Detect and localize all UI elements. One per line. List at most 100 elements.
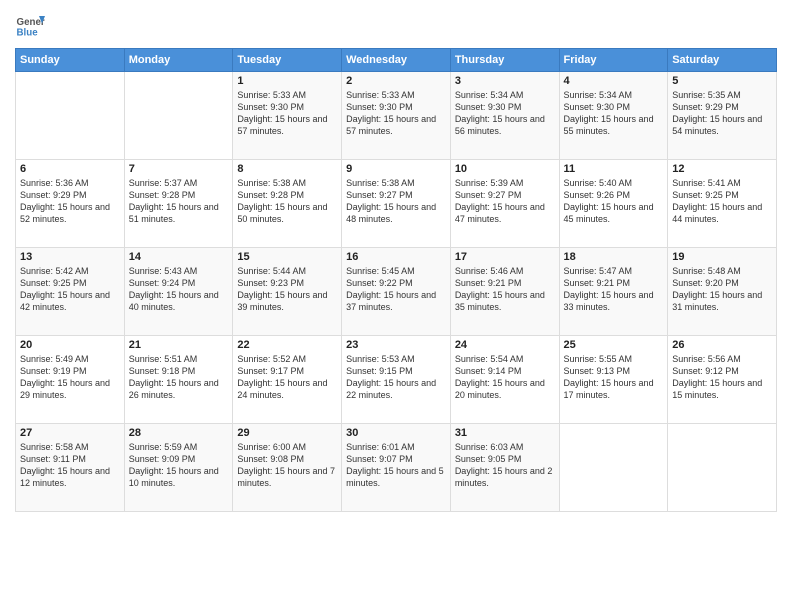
day-cell: 10 Sunrise: 5:39 AMSunset: 9:27 PMDayligh… [450, 160, 559, 248]
day-cell: 18 Sunrise: 5:47 AMSunset: 9:21 PMDayligh… [559, 248, 668, 336]
day-info: Sunrise: 5:33 AMSunset: 9:30 PMDaylight:… [346, 89, 446, 138]
day-cell: 28 Sunrise: 5:59 AMSunset: 9:09 PMDayligh… [124, 424, 233, 512]
day-info: Sunrise: 5:37 AMSunset: 9:28 PMDaylight:… [129, 177, 229, 226]
day-number: 14 [129, 251, 229, 263]
day-cell: 29 Sunrise: 6:00 AMSunset: 9:08 PMDayligh… [233, 424, 342, 512]
week-row-2: 6 Sunrise: 5:36 AMSunset: 9:29 PMDaylight… [16, 160, 777, 248]
day-number: 15 [237, 251, 337, 263]
day-info: Sunrise: 5:55 AMSunset: 9:13 PMDaylight:… [564, 353, 664, 402]
day-info: Sunrise: 5:43 AMSunset: 9:24 PMDaylight:… [129, 265, 229, 314]
day-info: Sunrise: 5:59 AMSunset: 9:09 PMDaylight:… [129, 441, 229, 490]
day-number: 23 [346, 339, 446, 351]
day-number: 17 [455, 251, 555, 263]
calendar-table: SundayMondayTuesdayWednesdayThursdayFrid… [15, 48, 777, 512]
day-cell: 13 Sunrise: 5:42 AMSunset: 9:25 PMDayligh… [16, 248, 125, 336]
day-cell: 4 Sunrise: 5:34 AMSunset: 9:30 PMDaylight… [559, 72, 668, 160]
day-info: Sunrise: 5:33 AMSunset: 9:30 PMDaylight:… [237, 89, 337, 138]
day-info: Sunrise: 5:41 AMSunset: 9:25 PMDaylight:… [672, 177, 772, 226]
day-number: 31 [455, 427, 555, 439]
day-number: 10 [455, 163, 555, 175]
header-cell-sunday: Sunday [16, 49, 125, 72]
day-number: 8 [237, 163, 337, 175]
header-row: SundayMondayTuesdayWednesdayThursdayFrid… [16, 49, 777, 72]
day-cell [16, 72, 125, 160]
week-row-5: 27 Sunrise: 5:58 AMSunset: 9:11 PMDayligh… [16, 424, 777, 512]
day-number: 11 [564, 163, 664, 175]
day-number: 13 [20, 251, 120, 263]
day-cell: 22Sunrise: 5:52 AMSunset: 9:17 PMDayligh… [233, 336, 342, 424]
day-info: Sunrise: 5:34 AMSunset: 9:30 PMDaylight:… [564, 89, 664, 138]
day-cell: 3 Sunrise: 5:34 AMSunset: 9:30 PMDaylight… [450, 72, 559, 160]
day-number: 6 [20, 163, 120, 175]
day-cell: 30 Sunrise: 6:01 AMSunset: 9:07 PMDayligh… [342, 424, 451, 512]
day-cell: 21Sunrise: 5:51 AMSunset: 9:18 PMDayligh… [124, 336, 233, 424]
svg-text:Blue: Blue [17, 28, 39, 39]
day-number: 21 [129, 339, 229, 351]
day-number: 19 [672, 251, 772, 263]
day-cell [668, 424, 777, 512]
day-info: Sunrise: 5:38 AMSunset: 9:28 PMDaylight:… [237, 177, 337, 226]
header-cell-monday: Monday [124, 49, 233, 72]
day-number: 22 [237, 339, 337, 351]
day-number: 25 [564, 339, 664, 351]
day-info: Sunrise: 5:40 AMSunset: 9:26 PMDaylight:… [564, 177, 664, 226]
day-number: 28 [129, 427, 229, 439]
day-info: Sunrise: 5:35 AMSunset: 9:29 PMDaylight:… [672, 89, 772, 138]
day-number: 29 [237, 427, 337, 439]
day-info: Sunrise: 5:46 AMSunset: 9:21 PMDaylight:… [455, 265, 555, 314]
day-cell: 6 Sunrise: 5:36 AMSunset: 9:29 PMDaylight… [16, 160, 125, 248]
day-cell: 1 Sunrise: 5:33 AMSunset: 9:30 PMDaylight… [233, 72, 342, 160]
day-cell: 24Sunrise: 5:54 AMSunset: 9:14 PMDayligh… [450, 336, 559, 424]
day-number: 7 [129, 163, 229, 175]
day-info: Sunrise: 5:56 AMSunset: 9:12 PMDaylight:… [672, 353, 772, 402]
day-info: Sunrise: 5:54 AMSunset: 9:14 PMDaylight:… [455, 353, 555, 402]
week-row-4: 20 Sunrise: 5:49 AMSunset: 9:19 PMDayligh… [16, 336, 777, 424]
day-number: 9 [346, 163, 446, 175]
day-number: 3 [455, 75, 555, 87]
day-info: Sunrise: 6:03 AMSunset: 9:05 PMDaylight:… [455, 441, 555, 490]
header: General Blue [15, 10, 777, 40]
day-number: 26 [672, 339, 772, 351]
header-cell-thursday: Thursday [450, 49, 559, 72]
header-cell-saturday: Saturday [668, 49, 777, 72]
logo-icon: General Blue [15, 10, 45, 40]
day-info: Sunrise: 5:36 AMSunset: 9:29 PMDaylight:… [20, 177, 120, 226]
day-cell: 25 Sunrise: 5:55 AMSunset: 9:13 PMDayligh… [559, 336, 668, 424]
day-info: Sunrise: 6:00 AMSunset: 9:08 PMDaylight:… [237, 441, 337, 490]
day-info: Sunrise: 5:42 AMSunset: 9:25 PMDaylight:… [20, 265, 120, 314]
day-cell: 20 Sunrise: 5:49 AMSunset: 9:19 PMDayligh… [16, 336, 125, 424]
day-info: Sunrise: 5:38 AMSunset: 9:27 PMDaylight:… [346, 177, 446, 226]
day-cell: 11 Sunrise: 5:40 AMSunset: 9:26 PMDayligh… [559, 160, 668, 248]
day-cell: 31 Sunrise: 6:03 AMSunset: 9:05 PMDayligh… [450, 424, 559, 512]
day-cell: 23 Sunrise: 5:53 AMSunset: 9:15 PMDayligh… [342, 336, 451, 424]
day-info: Sunrise: 5:39 AMSunset: 9:27 PMDaylight:… [455, 177, 555, 226]
day-cell: 17 Sunrise: 5:46 AMSunset: 9:21 PMDayligh… [450, 248, 559, 336]
day-info: Sunrise: 5:48 AMSunset: 9:20 PMDaylight:… [672, 265, 772, 314]
day-number: 20 [20, 339, 120, 351]
day-cell [559, 424, 668, 512]
day-info: Sunrise: 6:01 AMSunset: 9:07 PMDaylight:… [346, 441, 446, 490]
day-number: 18 [564, 251, 664, 263]
day-number: 4 [564, 75, 664, 87]
day-info: Sunrise: 5:34 AMSunset: 9:30 PMDaylight:… [455, 89, 555, 138]
day-number: 1 [237, 75, 337, 87]
day-cell: 16 Sunrise: 5:45 AMSunset: 9:22 PMDayligh… [342, 248, 451, 336]
week-row-1: 1 Sunrise: 5:33 AMSunset: 9:30 PMDaylight… [16, 72, 777, 160]
day-cell: 5Sunrise: 5:35 AMSunset: 9:29 PMDaylight… [668, 72, 777, 160]
day-cell: 7 Sunrise: 5:37 AMSunset: 9:28 PMDaylight… [124, 160, 233, 248]
day-number: 27 [20, 427, 120, 439]
day-number: 16 [346, 251, 446, 263]
day-info: Sunrise: 5:45 AMSunset: 9:22 PMDaylight:… [346, 265, 446, 314]
logo: General Blue [15, 10, 45, 40]
header-cell-wednesday: Wednesday [342, 49, 451, 72]
day-cell: 15Sunrise: 5:44 AMSunset: 9:23 PMDayligh… [233, 248, 342, 336]
day-info: Sunrise: 5:49 AMSunset: 9:19 PMDaylight:… [20, 353, 120, 402]
day-number: 30 [346, 427, 446, 439]
day-cell: 8 Sunrise: 5:38 AMSunset: 9:28 PMDaylight… [233, 160, 342, 248]
day-number: 2 [346, 75, 446, 87]
day-info: Sunrise: 5:58 AMSunset: 9:11 PMDaylight:… [20, 441, 120, 490]
day-info: Sunrise: 5:53 AMSunset: 9:15 PMDaylight:… [346, 353, 446, 402]
day-info: Sunrise: 5:47 AMSunset: 9:21 PMDaylight:… [564, 265, 664, 314]
day-cell: 14 Sunrise: 5:43 AMSunset: 9:24 PMDayligh… [124, 248, 233, 336]
day-cell: 26 Sunrise: 5:56 AMSunset: 9:12 PMDayligh… [668, 336, 777, 424]
